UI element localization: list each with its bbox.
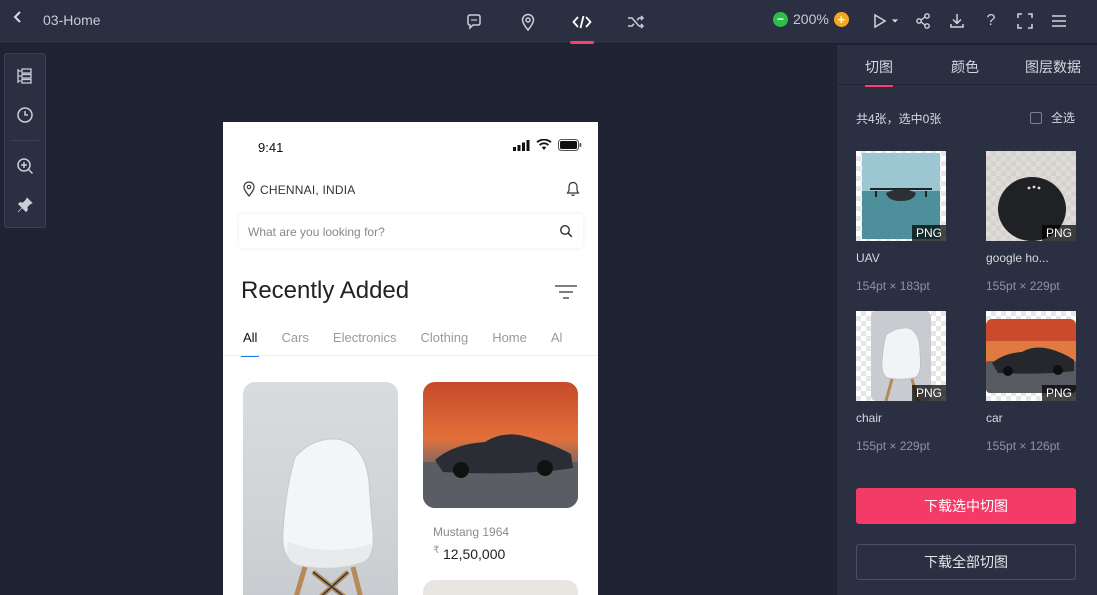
status-time: 9:41 xyxy=(258,140,284,155)
asset-size: 155pt × 229pt xyxy=(986,279,1060,293)
select-all-label: 全选 xyxy=(1051,111,1076,125)
currency-symbol: ₹ xyxy=(433,545,440,556)
asset-name: car xyxy=(986,411,1003,425)
zoom-in-button[interactable]: + xyxy=(833,11,849,27)
asset-google-home[interactable]: PNG google ho... 155pt × 229pt xyxy=(986,151,1086,293)
asset-size: 155pt × 126pt xyxy=(986,439,1060,453)
format-badge: PNG xyxy=(1041,225,1076,241)
download-selected-button[interactable]: 下载选中切图 xyxy=(856,488,1076,524)
tab-all[interactable]: All xyxy=(240,330,260,357)
tab-colors[interactable]: 颜色 xyxy=(951,57,979,77)
category-tabs: All Cars Electronics Clothing Home Al xyxy=(240,330,586,357)
tab-all-more[interactable]: Al xyxy=(551,330,563,356)
share-icon[interactable] xyxy=(912,8,934,34)
code-icon[interactable] xyxy=(555,6,609,44)
download-all-button[interactable]: 下载全部切图 xyxy=(856,544,1076,580)
bell-icon[interactable] xyxy=(566,181,580,197)
asset-name: chair xyxy=(856,411,883,425)
format-badge: PNG xyxy=(911,385,946,401)
asset-name: google ho... xyxy=(986,251,1049,265)
asset-thumbnail: PNG xyxy=(856,311,946,401)
asset-size: 155pt × 229pt xyxy=(856,439,930,453)
asset-thumbnail: PNG xyxy=(986,151,1076,241)
fullscreen-icon[interactable] xyxy=(1014,8,1036,34)
zoom-out-button[interactable]: − xyxy=(773,11,788,27)
right-tools: ? xyxy=(866,8,1070,34)
top-toolbar: 03-Home − 200% + ? xyxy=(0,0,1097,44)
filter-icon[interactable] xyxy=(555,284,577,300)
asset-name: UAV xyxy=(856,251,880,265)
tab-layer-data[interactable]: 图层数据 xyxy=(1025,57,1081,77)
tab-divider xyxy=(223,355,598,356)
pin-icon[interactable] xyxy=(15,195,35,215)
product-name: Mustang 1964 xyxy=(433,525,510,539)
history-icon[interactable] xyxy=(15,105,35,125)
play-icon[interactable] xyxy=(866,8,902,34)
shuffle-icon[interactable] xyxy=(609,6,663,38)
comment-icon[interactable] xyxy=(447,6,501,38)
battery-icon xyxy=(558,139,582,151)
status-icons xyxy=(513,139,582,151)
format-badge: PNG xyxy=(911,225,946,241)
asset-size: 154pt × 183pt xyxy=(856,279,930,293)
chevron-left-icon[interactable] xyxy=(8,10,28,30)
section-title: Recently Added xyxy=(241,277,410,304)
panel-tabs: 切图 颜色 图层数据 xyxy=(837,45,1097,87)
asset-car[interactable]: PNG car 155pt × 126pt xyxy=(986,311,1086,453)
tab-slices[interactable]: 切图 xyxy=(865,57,893,87)
tab-clothing[interactable]: Clothing xyxy=(420,330,468,356)
phone-artboard[interactable]: 9:41 CHENNAI, INDIA What are you looking… xyxy=(223,122,598,595)
download-icon[interactable] xyxy=(946,8,968,34)
help-icon[interactable]: ? xyxy=(980,8,1002,34)
tab-home[interactable]: Home xyxy=(492,330,527,356)
tab-cars[interactable]: Cars xyxy=(281,330,308,356)
product-card-car[interactable] xyxy=(423,382,578,508)
location-icon xyxy=(243,181,255,197)
asset-thumbnail: PNG xyxy=(986,311,1076,401)
slice-count: 共4张，选中0张 xyxy=(856,112,942,126)
view-mode-tools xyxy=(447,6,663,44)
asset-chair[interactable]: PNG chair 155pt × 229pt xyxy=(856,311,956,453)
signal-icon xyxy=(513,139,530,151)
toolbar-divider xyxy=(11,140,39,141)
zoom-in-icon[interactable] xyxy=(15,156,35,176)
chair-image xyxy=(282,438,374,595)
chevron-down-icon xyxy=(891,19,898,23)
zoom-control: − 200% + xyxy=(773,11,849,27)
layers-icon[interactable] xyxy=(15,66,35,86)
search-icon[interactable] xyxy=(559,224,573,238)
menu-icon[interactable] xyxy=(1048,8,1070,34)
format-badge: PNG xyxy=(1041,385,1076,401)
select-all-checkbox[interactable]: 全选 xyxy=(1030,109,1075,126)
zoom-level: 200% xyxy=(793,11,829,27)
product-card-next[interactable] xyxy=(423,580,578,595)
asset-uav[interactable]: PNG UAV 154pt × 183pt xyxy=(856,151,956,293)
tab-electronics[interactable]: Electronics xyxy=(333,330,397,356)
product-price: 12,50,000 xyxy=(443,546,506,562)
wifi-icon xyxy=(536,139,552,150)
checkbox-box[interactable] xyxy=(1030,111,1042,124)
car-image xyxy=(423,382,578,508)
search-placeholder: What are you looking for? xyxy=(248,225,385,239)
location-label[interactable]: CHENNAI, INDIA xyxy=(260,183,355,197)
product-card-chair[interactable] xyxy=(243,382,398,595)
asset-thumbnail: PNG xyxy=(856,151,946,241)
location-pin-icon[interactable] xyxy=(501,6,555,38)
left-toolbar xyxy=(4,53,46,228)
page-name: 03-Home xyxy=(43,12,101,28)
search-input[interactable]: What are you looking for? xyxy=(239,214,583,248)
inspector-panel: 切图 颜色 图层数据 共4张，选中0张 全选 PNG UAV 154pt × 1… xyxy=(837,45,1097,595)
